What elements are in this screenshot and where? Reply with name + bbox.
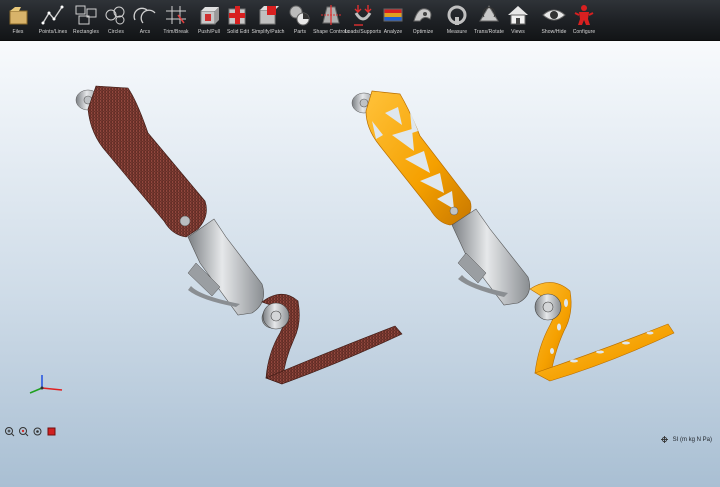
views-icon [508, 6, 528, 25]
files-button[interactable]: Files [3, 0, 33, 40]
simplify-patch-label: Simplify/Patch [251, 29, 285, 35]
configure-label: Configure [572, 29, 596, 35]
3d-viewport[interactable]: SI (m kg N Pa) [0, 41, 720, 487]
axis-triad [29, 375, 63, 394]
zoom-in-icon[interactable] [4, 424, 15, 437]
trim-break-button[interactable]: Trim/Break [161, 0, 191, 40]
solid-edit-icon [228, 6, 246, 25]
points-lines-icon [41, 5, 64, 25]
push-pull-button[interactable]: Push/Pull [196, 0, 222, 40]
files-icon [9, 7, 28, 25]
configure-button[interactable]: Configure [569, 0, 599, 40]
circles-icon [105, 6, 125, 25]
shape-controls-label: Shape Controls [313, 29, 349, 35]
measure-label: Measure [446, 29, 468, 35]
rotate-view-icon[interactable] [32, 424, 43, 436]
units-label: SI (m kg N Pa) [672, 436, 712, 443]
measure-icon [447, 5, 467, 25]
show-hide-icon [542, 9, 566, 21]
trans-rotate-label: Trans/Rotate [474, 29, 504, 35]
simplify-patch-icon [259, 6, 279, 25]
analyze-button[interactable]: Analyze [380, 0, 406, 40]
show-hide-button[interactable]: Show/Hide [539, 0, 569, 40]
shape-controls-icon [321, 5, 341, 25]
solid-edit-button[interactable]: Solid Edit [225, 0, 251, 40]
crosshair-icon [660, 436, 668, 443]
main-toolbar: Files Points/Lines Rectangles Circles Ar… [0, 0, 720, 41]
units-indicator[interactable]: SI (m kg N Pa) [660, 436, 712, 443]
analyze-label: Analyze [383, 29, 403, 35]
points-lines-label: Points/Lines [38, 29, 68, 35]
loads-supports-label: Loads/Supports [344, 29, 382, 35]
analyze-icon [383, 8, 403, 22]
trans-rotate-button[interactable]: Trans/Rotate [474, 0, 504, 40]
parts-button[interactable]: Parts [288, 0, 312, 40]
trim-break-label: Trim/Break [163, 29, 189, 35]
loads-supports-button[interactable]: Loads/Supports [344, 0, 382, 40]
points-lines-button[interactable]: Points/Lines [37, 0, 69, 40]
measure-button[interactable]: Measure [444, 0, 470, 40]
parts-label: Parts [293, 29, 307, 35]
solid-edit-label: Solid Edit [226, 29, 250, 35]
design-space-limb[interactable] [75, 85, 403, 385]
shape-controls-button[interactable]: Shape Controls [313, 0, 349, 40]
optimize-label: Optimize [412, 29, 434, 35]
optimize-icon [413, 8, 432, 22]
stop-icon[interactable] [46, 424, 57, 436]
show-hide-label: Show/Hide [541, 29, 567, 35]
view-tools [4, 424, 57, 438]
trans-rotate-icon [479, 5, 499, 22]
arcs-button[interactable]: Arcs [132, 0, 158, 40]
arcs-icon [133, 7, 156, 24]
rectangles-button[interactable]: Rectangles [72, 0, 100, 40]
views-label: Views [511, 29, 525, 35]
loads-supports-icon [354, 5, 372, 26]
rectangles-icon [75, 5, 97, 25]
push-pull-icon [200, 7, 219, 25]
trim-break-icon [166, 6, 186, 24]
push-pull-label: Push/Pull [197, 29, 221, 35]
configure-icon [574, 5, 594, 25]
optimized-limb[interactable] [351, 90, 675, 382]
zoom-fit-icon[interactable] [18, 424, 29, 437]
arcs-label: Arcs [139, 29, 151, 35]
views-button[interactable]: Views [505, 0, 531, 40]
optimize-button[interactable]: Optimize [410, 0, 436, 40]
files-label: Files [12, 29, 24, 35]
circles-label: Circles [108, 29, 124, 35]
parts-icon [289, 5, 310, 26]
rectangles-label: Rectangles [72, 29, 99, 35]
circles-button[interactable]: Circles [104, 0, 128, 40]
simplify-patch-button[interactable]: Simplify/Patch [251, 0, 285, 40]
